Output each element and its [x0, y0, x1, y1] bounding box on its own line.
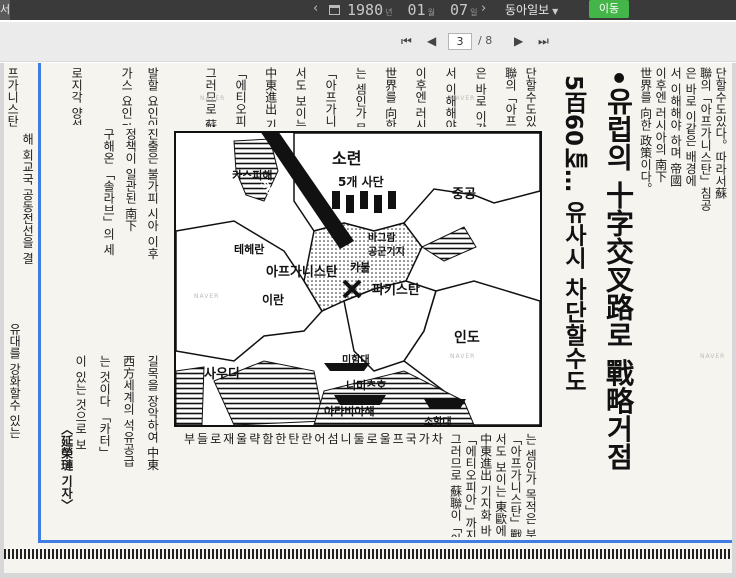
chevron-down-icon: ▼ [552, 7, 559, 16]
article-column: 구해온 「솔라브」의 세 [102, 128, 115, 256]
label-iran: 이란 [262, 293, 285, 307]
article-column: 는 셈인가 목적은 분명 [354, 67, 367, 127]
month-value: 01 [407, 1, 426, 19]
first-page-icon[interactable]: ⏮ [401, 33, 412, 49]
month-unit: 월 [427, 8, 435, 17]
article-column: 이후엔 러시아의 南下 [654, 67, 667, 183]
article-column: 진출은 불가피 시아 이후 [146, 128, 159, 260]
article-column: 가스 요인 다 [120, 67, 133, 125]
strategic-map: 소련 5개 사단 카스피해 중공 테헤란 바그람 공군기지 카불 아프가니스탄 … [174, 131, 542, 428]
article-column: 로지각 양성 [70, 67, 83, 125]
last-page-icon[interactable]: ⏭ [538, 33, 549, 49]
byline: 〈延榮璉 기자〉 [60, 423, 73, 512]
watermark-text: NAVER [194, 293, 220, 300]
article-column: 서도 보이는 東歐에서와 [294, 67, 307, 127]
page-total: / 8 [478, 34, 493, 47]
selection-border-bottom [38, 540, 732, 543]
label-india: 인도 [454, 330, 480, 346]
top-toolbar: 서 ‹ 1980 년 01 월 07 일 › 동아일보 ▼ 이동 [0, 0, 736, 20]
article-column: 이 있는 것으로 보 [74, 355, 87, 451]
headline-main: •유럽의 十字交叉路로 戰略거점 [602, 69, 635, 471]
headline-sub: 5百60㎞… 유사시 차단할수도 [560, 75, 586, 393]
label-kabul: 카불 [350, 261, 371, 274]
label-pakistan: 파키스탄 [372, 283, 420, 298]
label-five-divisions: 5개 사단 [338, 175, 384, 189]
article-column: 聯의「아프가니스탄」침공 [504, 67, 517, 127]
article-column: 「아프가니스탄」戰爭에 [509, 433, 522, 537]
newspaper-name: 동아일보 [505, 3, 550, 17]
article-column: 단할수도있다。따라서蘇 [714, 67, 727, 199]
article-column: 「에티오피아」까지 진출 [464, 433, 477, 537]
day-unit: 일 [470, 8, 478, 17]
label-airbase: 공군기지 [368, 247, 405, 258]
label-tehran: 테헤란 [234, 243, 265, 256]
article-column: 단할수도있다。따라서蘇 [524, 67, 537, 127]
article-column: 世界를 向한 政策이다。 [639, 67, 652, 195]
day-value: 07 [450, 1, 469, 19]
article-column: 정책이 일관된 南下 [124, 128, 137, 232]
label-afghanistan: 아프가니스탄 [266, 265, 338, 280]
label-fleet: 미함대 [342, 355, 370, 366]
article-column: 는 셈인가 목적은 분명 [524, 433, 537, 537]
watermark-text: NAVER [200, 95, 226, 102]
selection-border-left [38, 63, 41, 543]
red-sea [175, 366, 205, 426]
label-china: 중공 [452, 187, 476, 202]
article-column: 「에티오피아」까지 진출 [234, 67, 247, 127]
article-column: 中東進出 기지화 바로 [479, 433, 492, 537]
article-column: 서 이해해야 하며 帝國 [669, 67, 682, 187]
article-column: 聯의「아프가니스탄」침공 [699, 67, 712, 211]
calendar-icon[interactable] [329, 5, 340, 15]
label-nimitz: 니미츠호 [346, 379, 387, 392]
move-button[interactable]: 이동 [589, 0, 629, 18]
next-page-icon[interactable]: ▶ [514, 33, 523, 49]
prev-page-icon[interactable]: ◀ [427, 33, 436, 49]
label-saudi: 사우디 [204, 367, 240, 382]
next-date-icon[interactable]: › [481, 1, 486, 16]
article-column: 世界를 向한 政策이다。 [384, 67, 397, 127]
article-column: 발할 요인이 없어 추 [146, 67, 159, 125]
article-column: 길목을 장악하여 中東 [146, 355, 159, 471]
prev-date-icon[interactable]: ‹ [313, 1, 318, 16]
page-edge-strip [4, 549, 732, 559]
page-number-input[interactable]: 3 [448, 33, 472, 50]
article-column: 은 바로 이같은 배경에 [684, 67, 697, 187]
year-unit: 년 [385, 8, 393, 17]
article-column: 은 바로 이같은 배경에 [474, 67, 487, 127]
article-column: 그러므로 蘇聯이「아프 [449, 433, 462, 537]
watermark-text: NAVER [450, 95, 476, 102]
newspaper-select[interactable]: 동아일보 ▼ [505, 0, 558, 20]
newspaper-viewer[interactable]: •유럽의 十字交叉路로 戰略거점 5百60㎞… 유사시 차단할수도 단할수도있다… [0, 63, 736, 578]
article-column: 는 것이다 「카터」 [98, 355, 111, 459]
article-column: 「아프가니스탄」戰爭에 [324, 67, 337, 127]
watermark-text: NAVER [450, 353, 476, 360]
label-arabian-sea: 아라비아해 [324, 405, 375, 418]
page-navigator: ⏮ ◀ 3 / 8 ▶ ⏭ [0, 22, 736, 62]
article-column: 中東進出 기지화 바로 [264, 67, 277, 127]
article-row-bottom: 부들로재울략함한탄란어섬니둘로울프국가차 [184, 433, 444, 446]
label-sobang: 소항대 [424, 417, 452, 428]
article-column: 해 회교국 공동전선을 결 [21, 133, 34, 265]
article-column: 유대를 강화할수 있는 [8, 323, 21, 439]
article-column: 이후엔 러시아의 南下 [414, 67, 427, 127]
edge-tab[interactable]: 서 [0, 0, 10, 20]
watermark-text: NAVER [700, 353, 726, 360]
label-ussr: 소련 [332, 149, 362, 168]
date-display[interactable]: 1980 년 01 월 07 일 [347, 0, 483, 23]
year-value: 1980 [347, 1, 384, 19]
label-bagram: 바그람 [368, 233, 396, 244]
article-column: 西方세계의 석유공급 [122, 355, 135, 467]
newspaper-page: •유럽의 十字交叉路로 戰略거점 5百60㎞… 유사시 차단할수도 단할수도있다… [4, 63, 732, 573]
article-column: 서도 보이는 東歐에서와 [494, 433, 507, 537]
